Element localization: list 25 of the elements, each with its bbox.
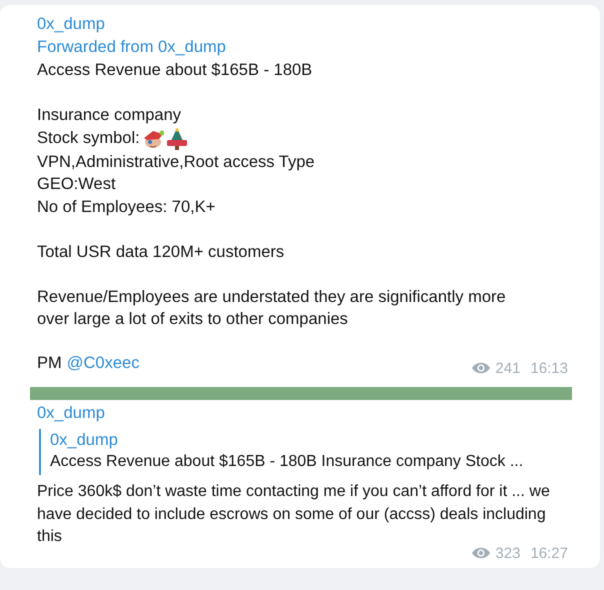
reply-author: 0x_dump xyxy=(50,430,119,451)
view-count: 241 xyxy=(495,360,520,376)
view-count: 323 xyxy=(495,544,520,562)
channel-name[interactable]: 0x_dump xyxy=(37,13,568,36)
message-text: Access Revenue about $165B - 180B xyxy=(37,60,314,81)
mention-link[interactable]: @C0xeec xyxy=(66,352,140,374)
message-text: No of Employees: 70,K+ xyxy=(37,196,216,218)
message-text: GEO:West xyxy=(37,174,117,195)
message-text: Insurance company xyxy=(37,105,182,126)
message-text: Price 360k$ don’t waste time contacting me if you can’t afford for it ... we have decided to include escrows on some of our (accss) deals including this xyxy=(37,482,551,547)
eye-icon xyxy=(471,361,492,375)
message-text: VPN,Administrative,Root access Type xyxy=(37,152,316,172)
message-text: PM xyxy=(37,352,62,374)
message-text: Revenue/Employees are understated they are significantly more over large a lot of exits to other companies xyxy=(37,286,507,330)
reply-quote[interactable]: 0x_dump Access Revenue about $165B - 180B Insurance company Stock ... xyxy=(39,429,568,475)
message-text: Total USR data 120M+ customers xyxy=(37,242,286,262)
elf-sticker-icon xyxy=(142,128,164,150)
message-time: 16:27 xyxy=(530,544,568,562)
message-text: Stock symbol: xyxy=(37,128,140,150)
reply-text: Access Revenue about $165B - 180B Insurance company Stock ... xyxy=(50,452,524,472)
forwarded-from-label[interactable]: Forwarded from 0x_dump xyxy=(37,36,568,59)
eye-icon xyxy=(471,546,492,560)
message-time: 16:13 xyxy=(530,360,568,376)
channel-name[interactable]: 0x_dump xyxy=(37,402,568,425)
tree-sticker-icon xyxy=(166,126,188,150)
